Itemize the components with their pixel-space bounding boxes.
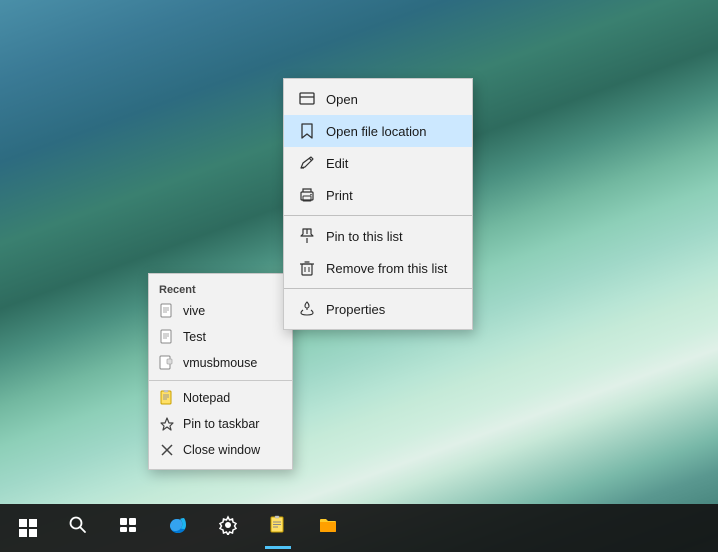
taskbar [0, 504, 718, 552]
menu-label-properties: Properties [326, 302, 385, 317]
jump-list-label-vive: vive [183, 304, 205, 318]
menu-item-pin-to-list[interactable]: Pin to this list [284, 220, 472, 252]
notepad-icon [159, 390, 175, 406]
taskbar-explorer-button[interactable] [304, 504, 352, 552]
window-icon [298, 90, 316, 108]
menu-item-open-file-location[interactable]: Open file location [284, 115, 472, 147]
context-menu: Open Open file location Edit [283, 78, 473, 330]
jump-list-label-pin-taskbar: Pin to taskbar [183, 417, 259, 431]
jump-list-item-close-window[interactable]: Close window [149, 437, 292, 463]
taskbar-taskview-button[interactable] [104, 504, 152, 552]
menu-item-remove-from-list[interactable]: Remove from this list [284, 252, 472, 284]
close-x-icon [159, 442, 175, 458]
taskbar-start-button[interactable] [4, 504, 52, 552]
pin-icon [298, 227, 316, 245]
jump-list-label-test: Test [183, 330, 206, 344]
folder-icon [317, 514, 339, 542]
edge-icon [167, 514, 189, 542]
jump-list-label-close-window: Close window [183, 443, 260, 457]
pin-taskbar-icon [159, 416, 175, 432]
menu-item-print[interactable]: Print [284, 179, 472, 211]
doc-icon-3 [159, 355, 175, 371]
jump-list-item-test[interactable]: Test [149, 324, 292, 350]
menu-label-pin-to-list: Pin to this list [326, 229, 403, 244]
taskbar-settings-button[interactable] [204, 504, 252, 552]
menu-item-edit[interactable]: Edit [284, 147, 472, 179]
menu-label-open: Open [326, 92, 358, 107]
taskview-icon [118, 515, 138, 541]
context-menu-separator-2 [284, 288, 472, 289]
menu-label-print: Print [326, 188, 353, 203]
jump-list-item-vmusbmouse[interactable]: vmusbmouse [149, 350, 292, 376]
search-icon [68, 515, 88, 541]
trash-icon [298, 259, 316, 277]
properties-icon [298, 300, 316, 318]
jump-list-label-vmusbmouse: vmusbmouse [183, 356, 257, 370]
jump-list-separator-1 [149, 380, 292, 381]
taskbar-search-button[interactable] [54, 504, 102, 552]
jump-list-item-vive[interactable]: vive [149, 298, 292, 324]
menu-label-edit: Edit [326, 156, 348, 171]
jump-list-section-label: Recent [149, 280, 292, 298]
settings-icon [218, 515, 238, 541]
menu-label-remove-from-list: Remove from this list [326, 261, 447, 276]
context-menu-separator-1 [284, 215, 472, 216]
doc-icon-2 [159, 329, 175, 345]
jump-list: Recent vive Test [148, 273, 293, 470]
print-icon [298, 186, 316, 204]
notepad-tb-icon [268, 515, 288, 541]
menu-item-properties[interactable]: Properties [284, 293, 472, 325]
taskbar-edge-button[interactable] [154, 504, 202, 552]
doc-icon [159, 303, 175, 319]
windows-icon [19, 519, 37, 537]
jump-list-item-notepad[interactable]: Notepad [149, 385, 292, 411]
edit-icon [298, 154, 316, 172]
menu-label-open-file-location: Open file location [326, 124, 426, 139]
jump-list-item-pin-to-taskbar[interactable]: Pin to taskbar [149, 411, 292, 437]
menu-item-open[interactable]: Open [284, 83, 472, 115]
taskbar-notepad-button[interactable] [254, 504, 302, 552]
jump-list-label-notepad: Notepad [183, 391, 230, 405]
bookmark-icon [298, 122, 316, 140]
